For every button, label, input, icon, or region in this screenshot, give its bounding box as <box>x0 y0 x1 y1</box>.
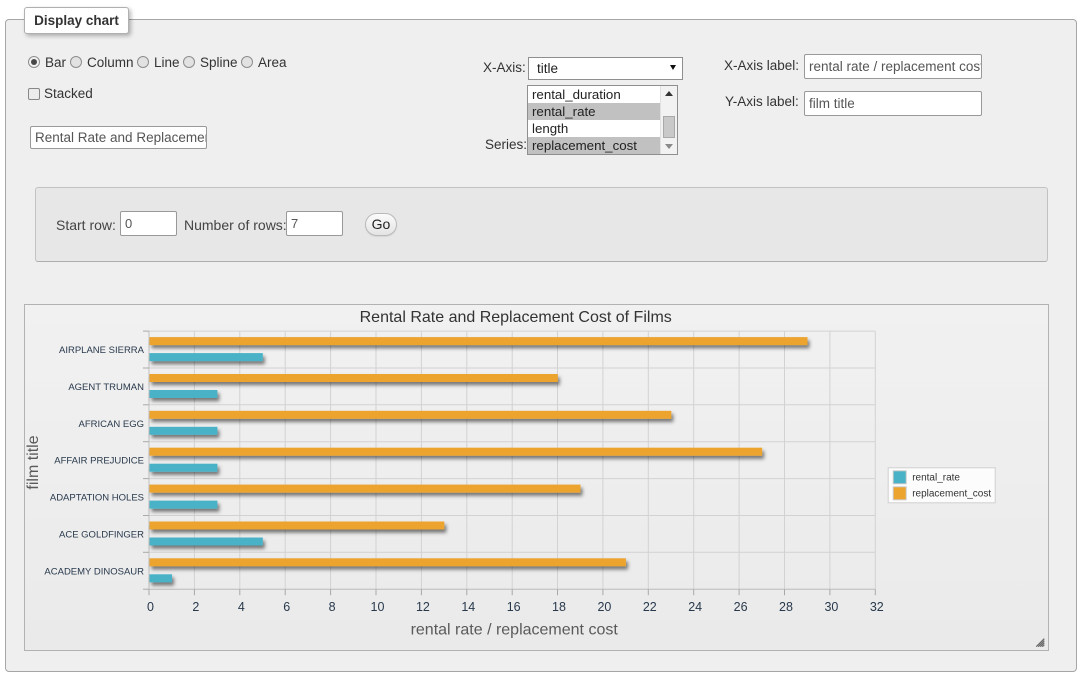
svg-text:26: 26 <box>734 600 748 614</box>
svg-text:8: 8 <box>329 600 336 614</box>
svg-text:4: 4 <box>238 600 245 614</box>
svg-text:0: 0 <box>147 600 154 614</box>
svg-text:6: 6 <box>283 600 290 614</box>
svg-text:12: 12 <box>416 600 430 614</box>
svg-text:AIRPLANE SIERRA: AIRPLANE SIERRA <box>59 345 145 356</box>
svg-text:20: 20 <box>597 600 611 614</box>
svg-text:AFRICAN EGG: AFRICAN EGG <box>79 419 144 430</box>
svg-text:22: 22 <box>643 600 657 614</box>
svg-text:32: 32 <box>870 600 884 614</box>
svg-text:replacement_cost: replacement_cost <box>912 488 991 499</box>
svg-text:Rental Rate and Replacement Co: Rental Rate and Replacement Cost of Film… <box>360 309 672 326</box>
svg-text:30: 30 <box>824 600 838 614</box>
svg-text:ACADEMY DINOSAUR: ACADEMY DINOSAUR <box>44 566 144 577</box>
svg-text:ACE GOLDFINGER: ACE GOLDFINGER <box>59 529 144 540</box>
svg-text:film title: film title <box>25 435 42 489</box>
svg-text:28: 28 <box>779 600 793 614</box>
svg-text:ADAPTATION HOLES: ADAPTATION HOLES <box>50 493 144 504</box>
svg-text:rental_rate: rental_rate <box>912 472 960 483</box>
svg-text:AGENT TRUMAN: AGENT TRUMAN <box>68 382 144 393</box>
svg-text:16: 16 <box>507 600 521 614</box>
svg-text:14: 14 <box>461 600 475 614</box>
svg-text:2: 2 <box>192 600 199 614</box>
svg-text:18: 18 <box>552 600 566 614</box>
svg-text:10: 10 <box>371 600 385 614</box>
svg-text:AFFAIR PREJUDICE: AFFAIR PREJUDICE <box>54 456 144 467</box>
svg-text:rental rate / replacement cost: rental rate / replacement cost <box>411 621 619 638</box>
svg-text:24: 24 <box>688 600 702 614</box>
